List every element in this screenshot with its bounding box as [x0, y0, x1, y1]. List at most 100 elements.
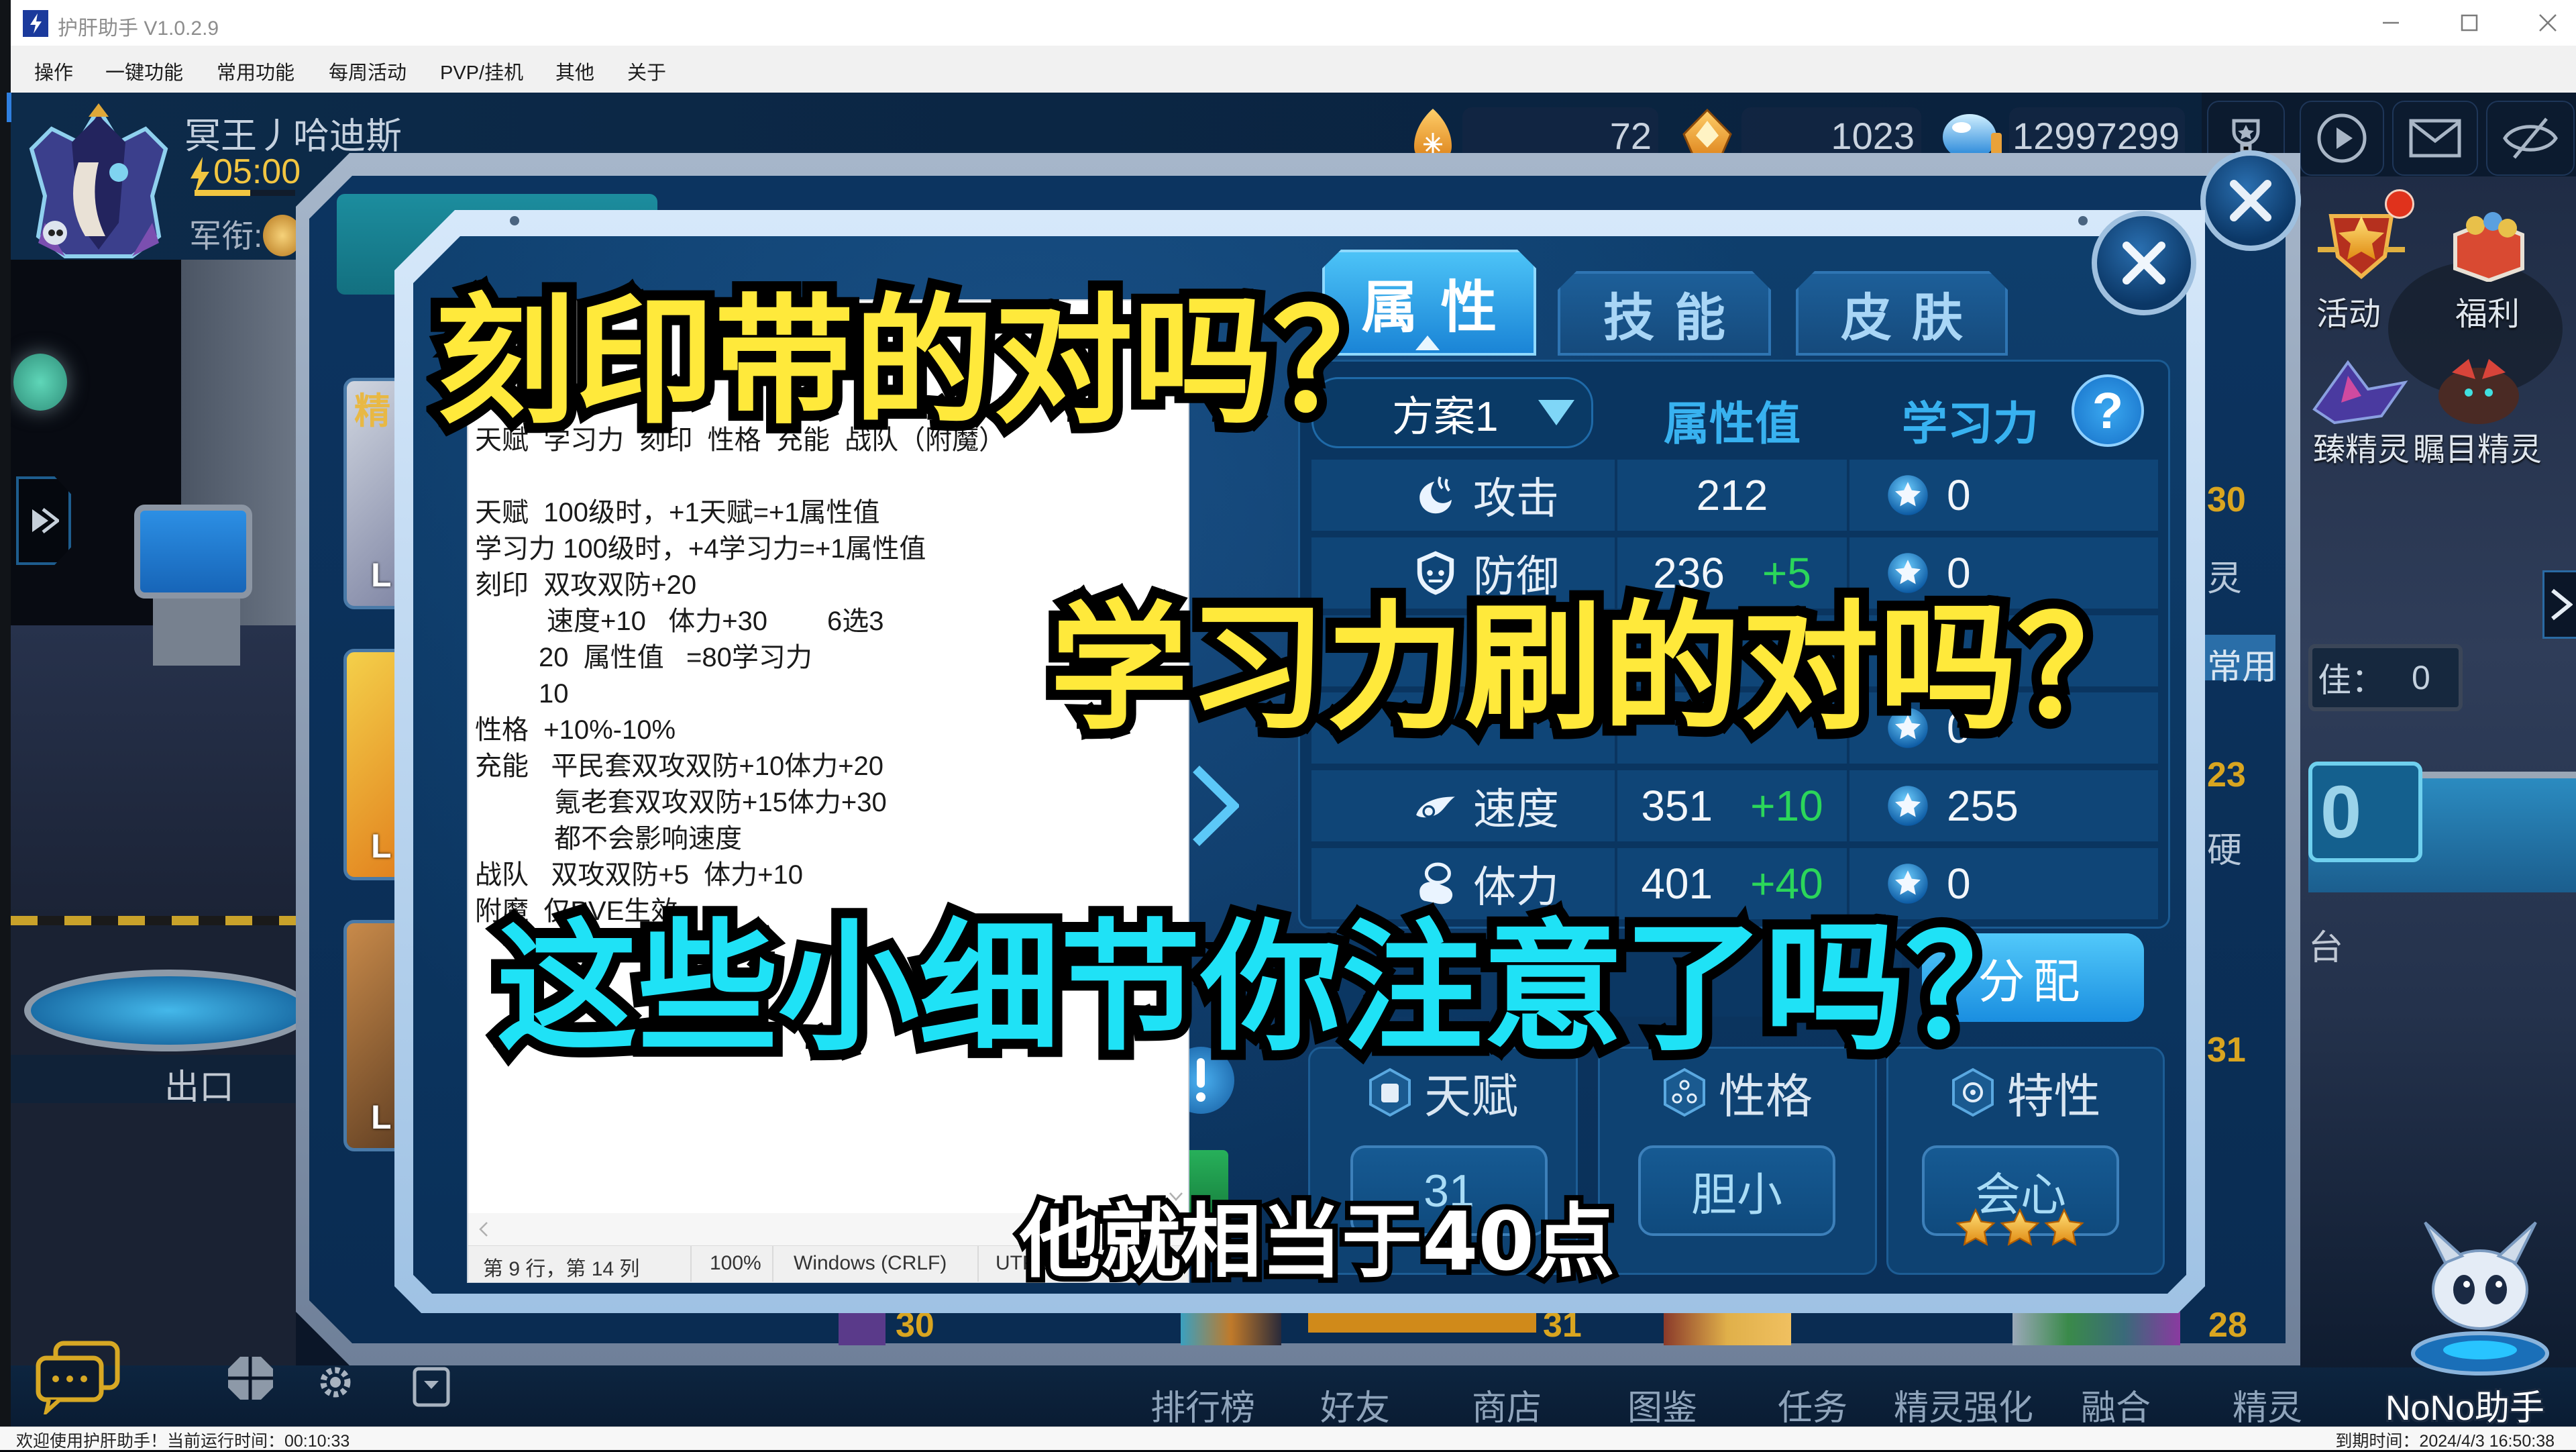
- attribute-name: 速度: [1473, 785, 1559, 833]
- app-status-bar: [0, 1427, 2576, 1450]
- window-focus-accent: [7, 93, 11, 122]
- zoom-level[interactable]: 100%: [710, 1252, 761, 1275]
- arena-label: 佳：: [2318, 662, 2385, 699]
- caption-line-2: 学习力刷的对吗？: [1050, 599, 2155, 737]
- right-strip-text-2: 硬: [2207, 831, 2243, 870]
- mail-button[interactable]: [2392, 101, 2478, 176]
- caption-line-3: 这些小细节你注意了吗？: [496, 918, 2046, 1059]
- nono-assistant-label[interactable]: NoNo助手: [2385, 1380, 2544, 1427]
- right-strip-tag[interactable]: 常用: [2207, 639, 2277, 689]
- featured-sprite-button[interactable]: [2428, 346, 2529, 429]
- help-button[interactable]: ?: [2072, 374, 2144, 447]
- menu-item-pvp-idle[interactable]: PVP/挂机: [440, 57, 523, 85]
- notepad-line: 氪老套双攻双防+15体力+30: [554, 788, 887, 817]
- resource-value-2: 1023: [1831, 115, 1915, 157]
- bottom-nav-background: [11, 1365, 2576, 1427]
- attribute-row-attack: 攻击 212 0: [1311, 460, 2158, 531]
- chat-bubble-icon: [33, 1339, 123, 1414]
- rank-label: 军衔:: [189, 219, 263, 254]
- nono-assistant-button[interactable]: [2398, 1216, 2563, 1377]
- energy-bar: [195, 190, 295, 196]
- nav-fusion[interactable]: 融合: [2081, 1380, 2151, 1427]
- scroll-left-button[interactable]: [476, 1220, 491, 1239]
- scene-next-button[interactable]: [2542, 570, 2576, 639]
- bag-button[interactable]: [411, 1361, 452, 1410]
- nav-sprite-upgrade[interactable]: 精灵强化: [1894, 1380, 2033, 1427]
- caption-line-1: 刻印带的对吗？: [435, 293, 1412, 432]
- right-strip-value-1: 30: [2207, 480, 2246, 519]
- purple-sprite-icon: [2308, 349, 2408, 429]
- team-panel-close-button[interactable]: [2200, 150, 2301, 251]
- menu-item-other[interactable]: 其他: [555, 57, 594, 85]
- nav-shop[interactable]: 商店: [1472, 1380, 1542, 1427]
- trait-label: 特性: [1886, 1066, 2165, 1123]
- scene-teleport-platform[interactable]: [24, 970, 313, 1051]
- close-window-button[interactable]: [2510, 0, 2576, 46]
- nav-sprites[interactable]: 精灵: [2233, 1380, 2302, 1427]
- attribute-name: 攻击: [1473, 474, 1559, 523]
- nav-friends[interactable]: 好友: [1320, 1380, 1390, 1427]
- menu-item-about[interactable]: 关于: [627, 57, 666, 85]
- notepad-line: 学习力 100级时，+4学习力=+1属性值: [475, 534, 926, 564]
- right-strip-value-2: 23: [2207, 756, 2246, 794]
- nav-tasks[interactable]: 任务: [1778, 1380, 1847, 1427]
- map-button[interactable]: [227, 1355, 274, 1401]
- learning-value: 255: [1947, 782, 2019, 830]
- side-menu-activity-label[interactable]: 活动: [2316, 287, 2381, 334]
- platform-label: 台: [2308, 929, 2344, 968]
- energy-lightning-icon: [189, 157, 211, 195]
- tab-skills[interactable]: 技能: [1558, 271, 1771, 356]
- maximize-button[interactable]: [2432, 0, 2507, 46]
- rarity-star-icon: [1999, 1208, 2041, 1249]
- learning-cell[interactable]: 255: [1849, 770, 2158, 841]
- active-tab-indicator: [1415, 335, 1440, 350]
- attribute-name-cell: 速度: [1311, 770, 1615, 841]
- triangle-down-icon: [1536, 397, 1577, 428]
- tab-skins[interactable]: 皮肤: [1796, 271, 2008, 356]
- welfare-button[interactable]: [2449, 201, 2529, 282]
- learning-cell[interactable]: 0: [1849, 460, 2158, 531]
- nature-value-button[interactable]: 胆小: [1638, 1145, 1835, 1236]
- menu-item-weekly[interactable]: 每周活动: [329, 57, 407, 85]
- sprite-next-button[interactable]: [1191, 765, 1239, 847]
- maximize-icon: [2461, 14, 2478, 32]
- premium-sprite-button[interactable]: [2308, 349, 2408, 429]
- star-badge-icon: [1886, 784, 1930, 828]
- notepad-line: [475, 458, 1166, 495]
- scene-monitor: [134, 505, 252, 599]
- menu-item-one-click[interactable]: 一键功能: [105, 57, 183, 85]
- status-welcome-runtime: 欢迎使用护肝助手！当前运行时间：00:10:33: [16, 1432, 350, 1451]
- right-strip-text-1: 灵: [2207, 560, 2243, 599]
- exit-label[interactable]: 出口: [164, 1059, 234, 1109]
- hide-ui-button[interactable]: [2486, 101, 2575, 176]
- right-strip-value-3: 31: [2207, 1031, 2246, 1070]
- app-lightning-icon: [23, 10, 48, 37]
- team-card-1-level: L: [371, 556, 392, 594]
- menu-item-common[interactable]: 常用功能: [217, 57, 294, 85]
- player-avatar[interactable]: [25, 102, 172, 260]
- chat-button[interactable]: [33, 1339, 123, 1414]
- team-card-3-level: L: [371, 1098, 392, 1136]
- line-ending[interactable]: Windows (CRLF): [794, 1252, 947, 1275]
- attribute-value-cell: 212: [1617, 460, 1847, 531]
- menu-item-operation[interactable]: 操作: [34, 57, 73, 85]
- nav-pokedex[interactable]: 图鉴: [1627, 1380, 1697, 1427]
- side-menu-featured-sprite-label[interactable]: 瞩目精灵: [2413, 423, 2542, 470]
- replay-button[interactable]: [2300, 101, 2384, 176]
- scene-expand-button[interactable]: [16, 476, 71, 565]
- attribute-bonus: +10: [1750, 782, 1823, 830]
- attribute-value: 351: [1641, 782, 1713, 830]
- nav-leaderboard[interactable]: 排行榜: [1150, 1380, 1255, 1427]
- side-menu-welfare-label[interactable]: 福利: [2455, 287, 2520, 334]
- side-menu-premium-sprite-label[interactable]: 臻精灵: [2313, 423, 2410, 470]
- sprite-detail-close-button[interactable]: [2092, 211, 2196, 315]
- learning-value: 0: [1947, 471, 1971, 519]
- talent-label: 天赋: [1308, 1066, 1578, 1123]
- close-icon: [2120, 239, 2168, 287]
- bag-icon: [411, 1361, 452, 1410]
- settings-button[interactable]: [317, 1355, 354, 1405]
- minimize-button[interactable]: [2353, 0, 2428, 46]
- nature-label: 性格: [1598, 1066, 1877, 1123]
- nono-robot-icon: [2398, 1216, 2563, 1377]
- compass-icon: [227, 1355, 274, 1401]
